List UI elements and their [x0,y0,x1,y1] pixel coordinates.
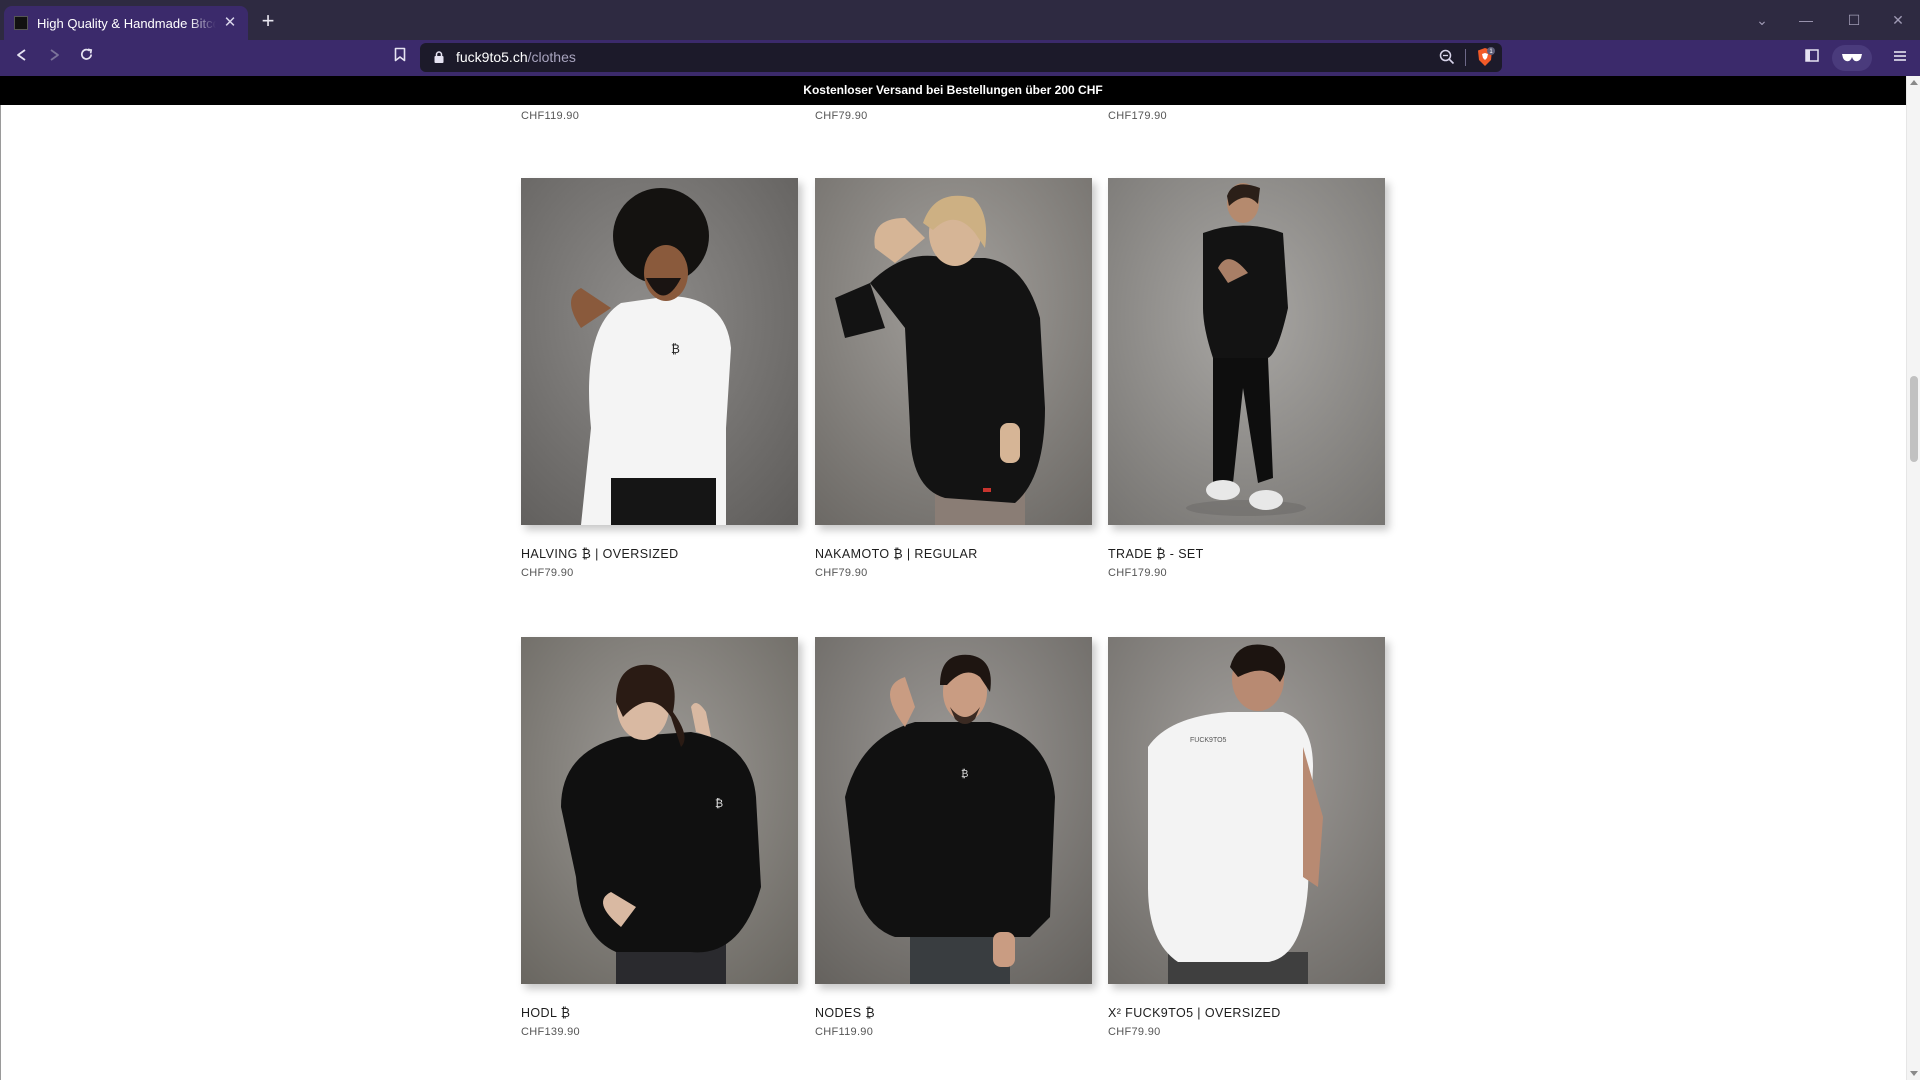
product-image[interactable]: ₿ [521,637,798,984]
reload-button[interactable] [74,46,98,70]
product-photo-nodes: ₿ [815,637,1092,984]
close-window-button[interactable]: ✕ [1880,6,1916,34]
product-photo-nakamoto [815,178,1092,525]
scroll-thumb[interactable] [1910,376,1918,462]
previous-row-price: CHF79.90 [815,110,868,122]
arrow-left-icon [17,49,26,61]
browser-toolbar: fuck9to5.ch/clothes 1 [0,40,1920,76]
product-price: CHF79.90 [1108,1026,1161,1038]
svg-text:₿: ₿ [715,797,723,810]
page-scrollbar[interactable] [1906,76,1920,1080]
product-card[interactable]: NAKAMOTO ₿ | REGULAR CHF79.90 [815,178,1092,579]
product-price: CHF139.90 [521,1026,580,1038]
product-card[interactable]: ₿ HODL ₿ CHF139.90 [521,637,798,1038]
zoom-icon[interactable] [1438,48,1456,66]
tab-search-chevron-icon[interactable]: ⌄ [1744,6,1780,34]
svg-text:₿: ₿ [961,768,968,780]
scroll-up-arrow-icon[interactable] [1910,80,1918,85]
tab-title: High Quality & Handmade Bitcoin Clothing [37,15,216,31]
maximize-button[interactable]: ☐ [1836,6,1872,34]
product-name[interactable]: NAKAMOTO ₿ | REGULAR [815,547,1092,561]
back-button[interactable] [10,46,34,70]
product-name[interactable]: HODL ₿ [521,1006,798,1020]
product-image[interactable]: ₿ [815,637,1092,984]
scroll-down-arrow-icon[interactable] [1910,1071,1918,1076]
minimize-button[interactable]: — [1788,6,1824,34]
product-photo-hodl: ₿ [521,637,798,984]
product-photo-trade-set [1108,178,1385,525]
address-bar-divider [1465,49,1466,66]
url-host: fuck9to5.ch [456,49,528,65]
main-menu-button[interactable] [1888,46,1912,70]
product-name[interactable]: HALVING ₿ | OVERSIZED [521,547,798,561]
address-bar[interactable]: fuck9to5.ch/clothes 1 [420,43,1502,72]
product-image[interactable]: FUCK9TO5 [1108,637,1385,984]
menu-icon [1894,51,1906,61]
reload-icon [80,48,92,60]
site-favicon-icon [14,16,28,30]
product-photo-halving: ₿ [521,178,798,525]
product-name[interactable]: TRADE ₿ - SET [1108,547,1385,561]
product-image[interactable] [815,178,1092,525]
arrow-right-icon [50,49,59,61]
product-price: CHF79.90 [815,567,868,579]
product-name[interactable]: X² FUCK9TO5 | OVERSIZED [1108,1006,1385,1020]
url-text: fuck9to5.ch/clothes [456,49,576,65]
page-left-edge [0,105,1,1080]
free-shipping-banner: Kostenloser Versand bei Bestellungen übe… [0,76,1906,105]
previous-row-price: CHF119.90 [521,110,580,122]
browser-tab[interactable]: High Quality & Handmade Bitcoin Clothing… [4,6,248,40]
url-path: /clothes [527,49,576,65]
product-card[interactable]: FUCK9TO5 X² FUCK9TO5 | OVERSIZED CHF79.9… [1108,637,1385,1038]
svg-text:FUCK9TO5: FUCK9TO5 [1190,737,1227,744]
product-photo-x2-fuck9to5: FUCK9TO5 [1108,637,1385,984]
product-card[interactable]: TRADE ₿ - SET CHF179.90 [1108,178,1385,579]
new-tab-button[interactable]: + [256,10,280,34]
product-price: CHF119.90 [815,1026,874,1038]
bookmark-button[interactable] [388,46,412,70]
lock-icon [434,51,444,63]
vpn-button[interactable] [1832,45,1872,71]
page-content: CHF119.90 CHF79.90 CHF179.90 ₿ HALVING ₿… [0,105,1906,1080]
forward-button[interactable] [42,46,66,70]
product-card[interactable]: ₿ NODES ₿ CHF119.90 [815,637,1092,1038]
glasses-icon [1842,54,1862,62]
product-image[interactable]: ₿ [521,178,798,525]
previous-row-price: CHF179.90 [1108,110,1167,122]
sidebar-icon [1805,49,1819,62]
product-image[interactable] [1108,178,1385,525]
svg-text:₿: ₿ [671,342,680,356]
product-card[interactable]: ₿ HALVING ₿ | OVERSIZED CHF79.90 [521,178,798,579]
product-price: CHF179.90 [1108,567,1167,579]
product-price: CHF79.90 [521,567,574,579]
close-tab-icon[interactable]: ✕ [222,15,238,31]
brave-shield-icon[interactable]: 1 [1474,46,1496,68]
tab-strip: High Quality & Handmade Bitcoin Clothing… [0,0,1920,40]
product-name[interactable]: NODES ₿ [815,1006,1092,1020]
sidebar-toggle-button[interactable] [1800,46,1824,70]
bookmark-icon [394,47,406,62]
